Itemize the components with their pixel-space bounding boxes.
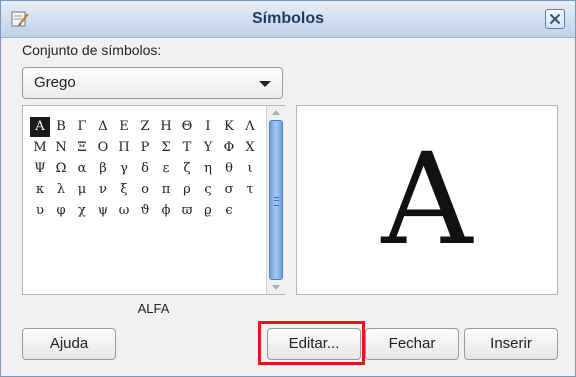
symbol-cell[interactable]: θ: [219, 159, 239, 179]
symbol-cell[interactable]: ν: [93, 180, 113, 200]
symbol-name: ALFA: [137, 301, 170, 316]
symbol-cell[interactable]: Η: [156, 117, 176, 137]
symbol-cell[interactable]: ξ: [114, 180, 134, 200]
symbol-cell[interactable]: Τ: [177, 138, 197, 158]
symbol-cell[interactable]: ζ: [177, 159, 197, 179]
symbol-cell[interactable]: Ε: [114, 117, 134, 137]
symbol-cell[interactable]: τ: [240, 180, 260, 200]
window-title: Símbolos: [251, 10, 324, 27]
symbol-cell[interactable]: Π: [114, 138, 134, 158]
symbol-cell[interactable]: ψ: [93, 201, 113, 221]
symbol-cell[interactable]: ε: [156, 159, 176, 179]
highlight-box: [258, 321, 365, 365]
symbol-cell[interactable]: Σ: [156, 138, 176, 158]
symbol-cell[interactable]: Λ: [240, 117, 260, 137]
symbol-cell[interactable]: δ: [135, 159, 155, 179]
symbol-set-value: Grego: [34, 74, 76, 91]
symbol-cell[interactable]: Δ: [93, 117, 113, 137]
symbol-cell[interactable]: ω: [114, 201, 134, 221]
symbol-cell[interactable]: χ: [72, 201, 92, 221]
grip-icon: [274, 197, 279, 206]
close-icon: [549, 13, 561, 25]
help-button[interactable]: Ajuda: [22, 328, 116, 360]
symbol-cell[interactable]: μ: [72, 180, 92, 200]
symbol-cell[interactable]: Φ: [219, 138, 239, 158]
symbol-cell[interactable]: Μ: [30, 138, 50, 158]
scrollbar[interactable]: [266, 106, 285, 294]
symbol-cell[interactable]: Ι: [198, 117, 218, 137]
symbol-cell[interactable]: ϑ: [135, 201, 155, 221]
symbol-grid: ΑΒΓΔΕΖΗΘΙΚΛ ΜΝΞΟΠΡΣΤΥΦΧ ΨΩαβγδεζηθι κλμνξοπ…: [22, 105, 285, 295]
symbol-cell[interactable]: Ξ: [72, 138, 92, 158]
symbol-cell[interactable]: β: [93, 159, 113, 179]
symbol-cell[interactable]: λ: [51, 180, 71, 200]
chevron-down-icon: [259, 81, 271, 87]
symbol-cell[interactable]: Ψ: [30, 159, 50, 179]
symbol-cell[interactable]: υ: [30, 201, 50, 221]
symbol-cell[interactable]: ϕ: [156, 201, 176, 221]
symbol-cell[interactable]: Κ: [219, 117, 239, 137]
symbol-set-dropdown[interactable]: Grego: [22, 67, 283, 99]
symbol-cell[interactable]: Ω: [51, 159, 71, 179]
symbol-cell[interactable]: ρ: [177, 180, 197, 200]
symbol-cell[interactable]: ϖ: [177, 201, 197, 221]
symbol-cell[interactable]: γ: [114, 159, 134, 179]
symbol-cell[interactable]: Ο: [93, 138, 113, 158]
close-button[interactable]: Fechar: [365, 328, 459, 360]
insert-button[interactable]: Inserir: [464, 328, 558, 360]
symbol-preview: Α: [296, 105, 558, 295]
symbol-cell[interactable]: ϵ: [219, 201, 239, 221]
close-window-button[interactable]: [545, 9, 565, 29]
title-bar: Símbolos: [1, 1, 575, 38]
symbol-cell[interactable]: ο: [135, 180, 155, 200]
symbol-cell[interactable]: κ: [30, 180, 50, 200]
symbol-cell[interactable]: α: [72, 159, 92, 179]
symbol-cell[interactable]: Χ: [240, 138, 260, 158]
symbols-dialog: Símbolos Conjunto de símbolos: Grego ΑΒΓ…: [0, 0, 576, 377]
symbol-set-label: Conjunto de símbolos:: [22, 42, 162, 58]
symbol-cell[interactable]: Β: [51, 117, 71, 137]
symbol-cell[interactable]: η: [198, 159, 218, 179]
symbol-cell[interactable]: Θ: [177, 117, 197, 137]
preview-glyph: Α: [381, 126, 473, 273]
symbol-cell[interactable]: Α: [30, 117, 50, 137]
symbol-cell[interactable]: ς: [198, 180, 218, 200]
symbol-cell[interactable]: Ρ: [135, 138, 155, 158]
symbol-cell[interactable]: ι: [240, 159, 260, 179]
symbol-cell[interactable]: Γ: [72, 117, 92, 137]
symbol-cell[interactable]: Υ: [198, 138, 218, 158]
symbol-cell[interactable]: Ν: [51, 138, 71, 158]
symbol-cell[interactable]: ϱ: [198, 201, 218, 221]
symbol-cell[interactable]: σ: [219, 180, 239, 200]
symbol-cell[interactable]: Ζ: [135, 117, 155, 137]
scroll-up-icon[interactable]: [272, 110, 280, 115]
scrollbar-thumb[interactable]: [269, 120, 283, 280]
symbol-cell[interactable]: π: [156, 180, 176, 200]
symbol-cell[interactable]: φ: [51, 201, 71, 221]
scroll-down-icon[interactable]: [272, 285, 280, 290]
